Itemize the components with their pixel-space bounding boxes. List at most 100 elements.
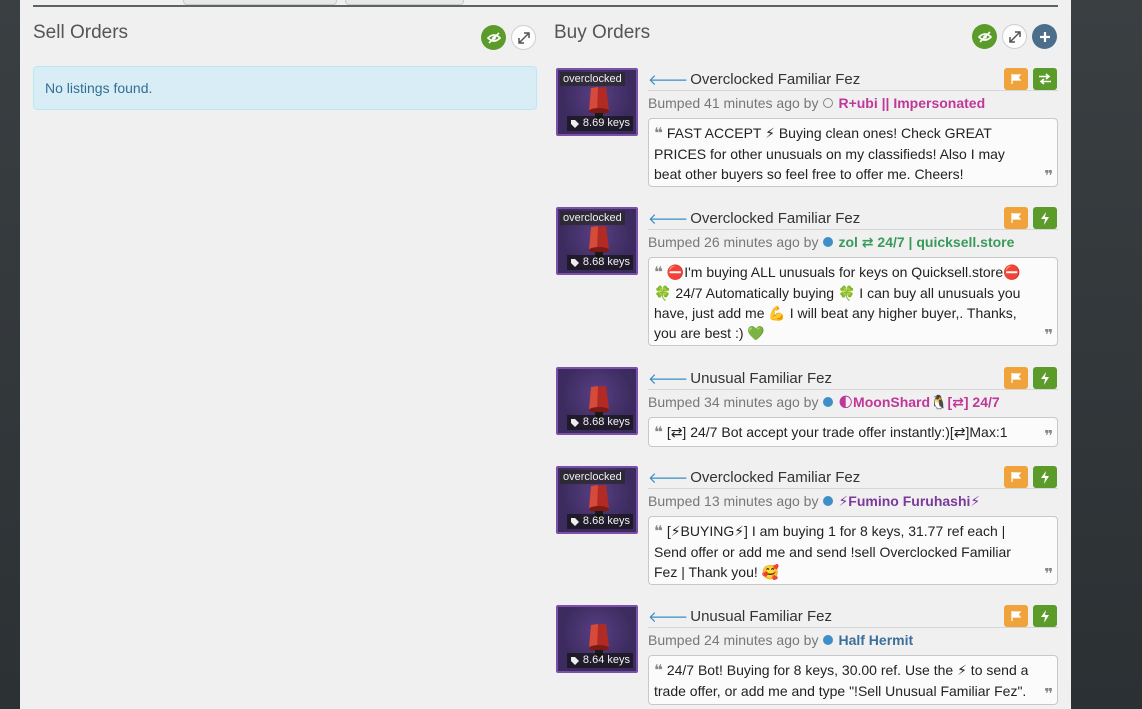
user-name[interactable]: ⚡Fumino Furuhashi⚡ [838,493,980,510]
status-icon [823,496,834,506]
quote-open-icon: ❝ [654,424,663,441]
price-label: 8.68 keys [582,256,630,268]
user-name[interactable]: R+ubi || Impersonated [838,95,985,111]
bumped-text: Bumped 34 minutes ago by [648,394,819,410]
price-badge: 8.64 keys [566,653,633,668]
report-button[interactable] [1004,605,1028,627]
flag-icon [1011,373,1022,383]
instant-trade-button[interactable] [1033,207,1057,229]
item-name[interactable]: Unusual Familiar Fez [690,370,832,387]
item-title-row: 🡐 Overclocked Familiar Fez [648,207,1058,230]
report-button[interactable] [1004,207,1028,229]
arrow-left-icon: 🡐 [648,370,689,388]
item-name[interactable]: Overclocked Familiar Fez [690,210,860,227]
item-name[interactable]: Unusual Familiar Fez [690,608,832,625]
section-divider [33,5,1058,7]
content-area: Sell Orders No listings found. Buy Order… [20,0,1071,709]
sell-expand-button[interactable] [511,25,536,50]
user-name[interactable]: Half Hermit [838,632,913,648]
item-thumbnail[interactable]: overclocked 8.69 keys [556,68,638,136]
price-label: 8.68 keys [582,416,630,428]
quote-close-icon: ❞ [1044,686,1053,703]
item-name[interactable]: Overclocked Familiar Fez [690,469,860,486]
exchange-icon [1039,73,1051,85]
bumped-text: Bumped 41 minutes ago by [648,95,819,111]
price-badge: 8.68 keys [566,514,633,529]
item-thumbnail[interactable]: 8.68 keys [556,367,638,435]
instant-trade-button[interactable] [1033,466,1057,488]
no-listings-alert: No listings found. [33,66,537,110]
item-name[interactable]: Overclocked Familiar Fez [690,71,860,88]
price-badge: 8.68 keys [566,255,633,270]
buy-hide-button[interactable] [972,24,997,49]
sell-hide-button[interactable] [481,25,506,50]
status-icon [823,397,834,407]
trade-button[interactable] [1033,68,1057,90]
sell-orders-title: Sell Orders [33,22,129,43]
comment-text: [⚡BUYING⚡] I am buying 1 for 8 keys, 31.… [654,523,1011,580]
buy-orders-title: Buy Orders [554,22,651,43]
status-icon [823,237,834,247]
status-icon [823,635,834,645]
page-background-right [1071,0,1142,709]
instant-trade-button[interactable] [1033,605,1057,627]
add-buy-order-button[interactable] [1032,24,1057,49]
tag-icon [570,258,579,267]
quality-tag: overclocked [560,211,625,225]
bumped-text: Bumped 26 minutes ago by [648,234,819,250]
quote-open-icon: ❝ [654,264,663,281]
tag-icon [570,119,579,128]
item-title-row: 🡐 Unusual Familiar Fez [648,367,1058,390]
quality-tag: overclocked [560,470,625,484]
listing-info: 🡐 Overclocked Familiar Fez Bumped 41 min… [648,68,1058,187]
plus-icon [1039,31,1050,42]
listing-comment: ❝ [⚡BUYING⚡] I am buying 1 for 8 keys, 31… [648,516,1058,585]
price-badge: 8.69 keys [566,116,633,131]
report-button[interactable] [1004,68,1028,90]
listing-comment: ❝ [⇄] 24/7 Bot accept your trade offer in… [648,417,1058,447]
status-icon [823,98,834,108]
quote-close-icon: ❞ [1044,168,1053,185]
quote-open-icon: ❝ [654,125,663,142]
user-name[interactable]: 🌓MoonShard🐧[⇄] 24/7 [838,394,999,411]
price-label: 8.64 keys [582,654,630,666]
lightning-icon [1041,609,1049,623]
listing-comment: ❝ ⛔I'm buying ALL unusuals for keys on Qu… [648,257,1058,346]
tag-icon [570,517,579,526]
item-title-row: 🡐 Overclocked Familiar Fez [648,466,1058,489]
flag-icon [1011,472,1022,482]
listing-info: 🡐 Unusual Familiar Fez Bumped 24 minutes… [648,605,1058,705]
lightning-icon [1041,211,1049,225]
user-name[interactable]: zol ⇄ 24/7 | quicksell.store [838,234,1014,251]
comment-text: [⇄] 24/7 Bot accept your trade offer ins… [666,424,1008,440]
flag-icon [1011,213,1022,223]
bumped-line: Bumped 34 minutes ago by 🌓MoonShard🐧[⇄] … [648,393,1058,411]
report-button[interactable] [1004,367,1028,389]
expand-icon [1008,30,1021,43]
item-thumbnail[interactable]: overclocked 8.68 keys [556,466,638,534]
arrow-left-icon: 🡐 [648,210,689,228]
listing-info: 🡐 Unusual Familiar Fez Bumped 34 minutes… [648,367,1058,447]
bumped-line: Bumped 41 minutes ago by R+ubi || Impers… [648,94,1058,112]
quote-open-icon: ❝ [654,662,663,679]
bumped-text: Bumped 24 minutes ago by [648,632,819,648]
bumped-text: Bumped 13 minutes ago by [648,493,819,509]
item-thumbnail[interactable]: overclocked 8.68 keys [556,207,638,275]
quality-tag: overclocked [560,72,625,86]
flag-icon [1011,74,1022,84]
report-button[interactable] [1004,466,1028,488]
eye-slash-icon [486,31,501,44]
buy-expand-button[interactable] [1002,24,1027,49]
flag-icon [1011,611,1022,621]
item-thumbnail[interactable]: 8.64 keys [556,605,638,673]
price-label: 8.69 keys [582,117,630,129]
listing-info: 🡐 Overclocked Familiar Fez Bumped 26 min… [648,207,1058,346]
listing-comment: ❝ FAST ACCEPT ⚡ Buying clean ones! Check … [648,118,1058,187]
bumped-line: Bumped 13 minutes ago by ⚡Fumino Furuhas… [648,492,1058,510]
instant-trade-button[interactable] [1033,367,1057,389]
price-label: 8.68 keys [582,515,630,527]
quote-close-icon: ❞ [1044,327,1053,344]
lightning-icon [1041,470,1049,484]
tag-icon [570,418,579,427]
expand-icon [517,31,530,44]
